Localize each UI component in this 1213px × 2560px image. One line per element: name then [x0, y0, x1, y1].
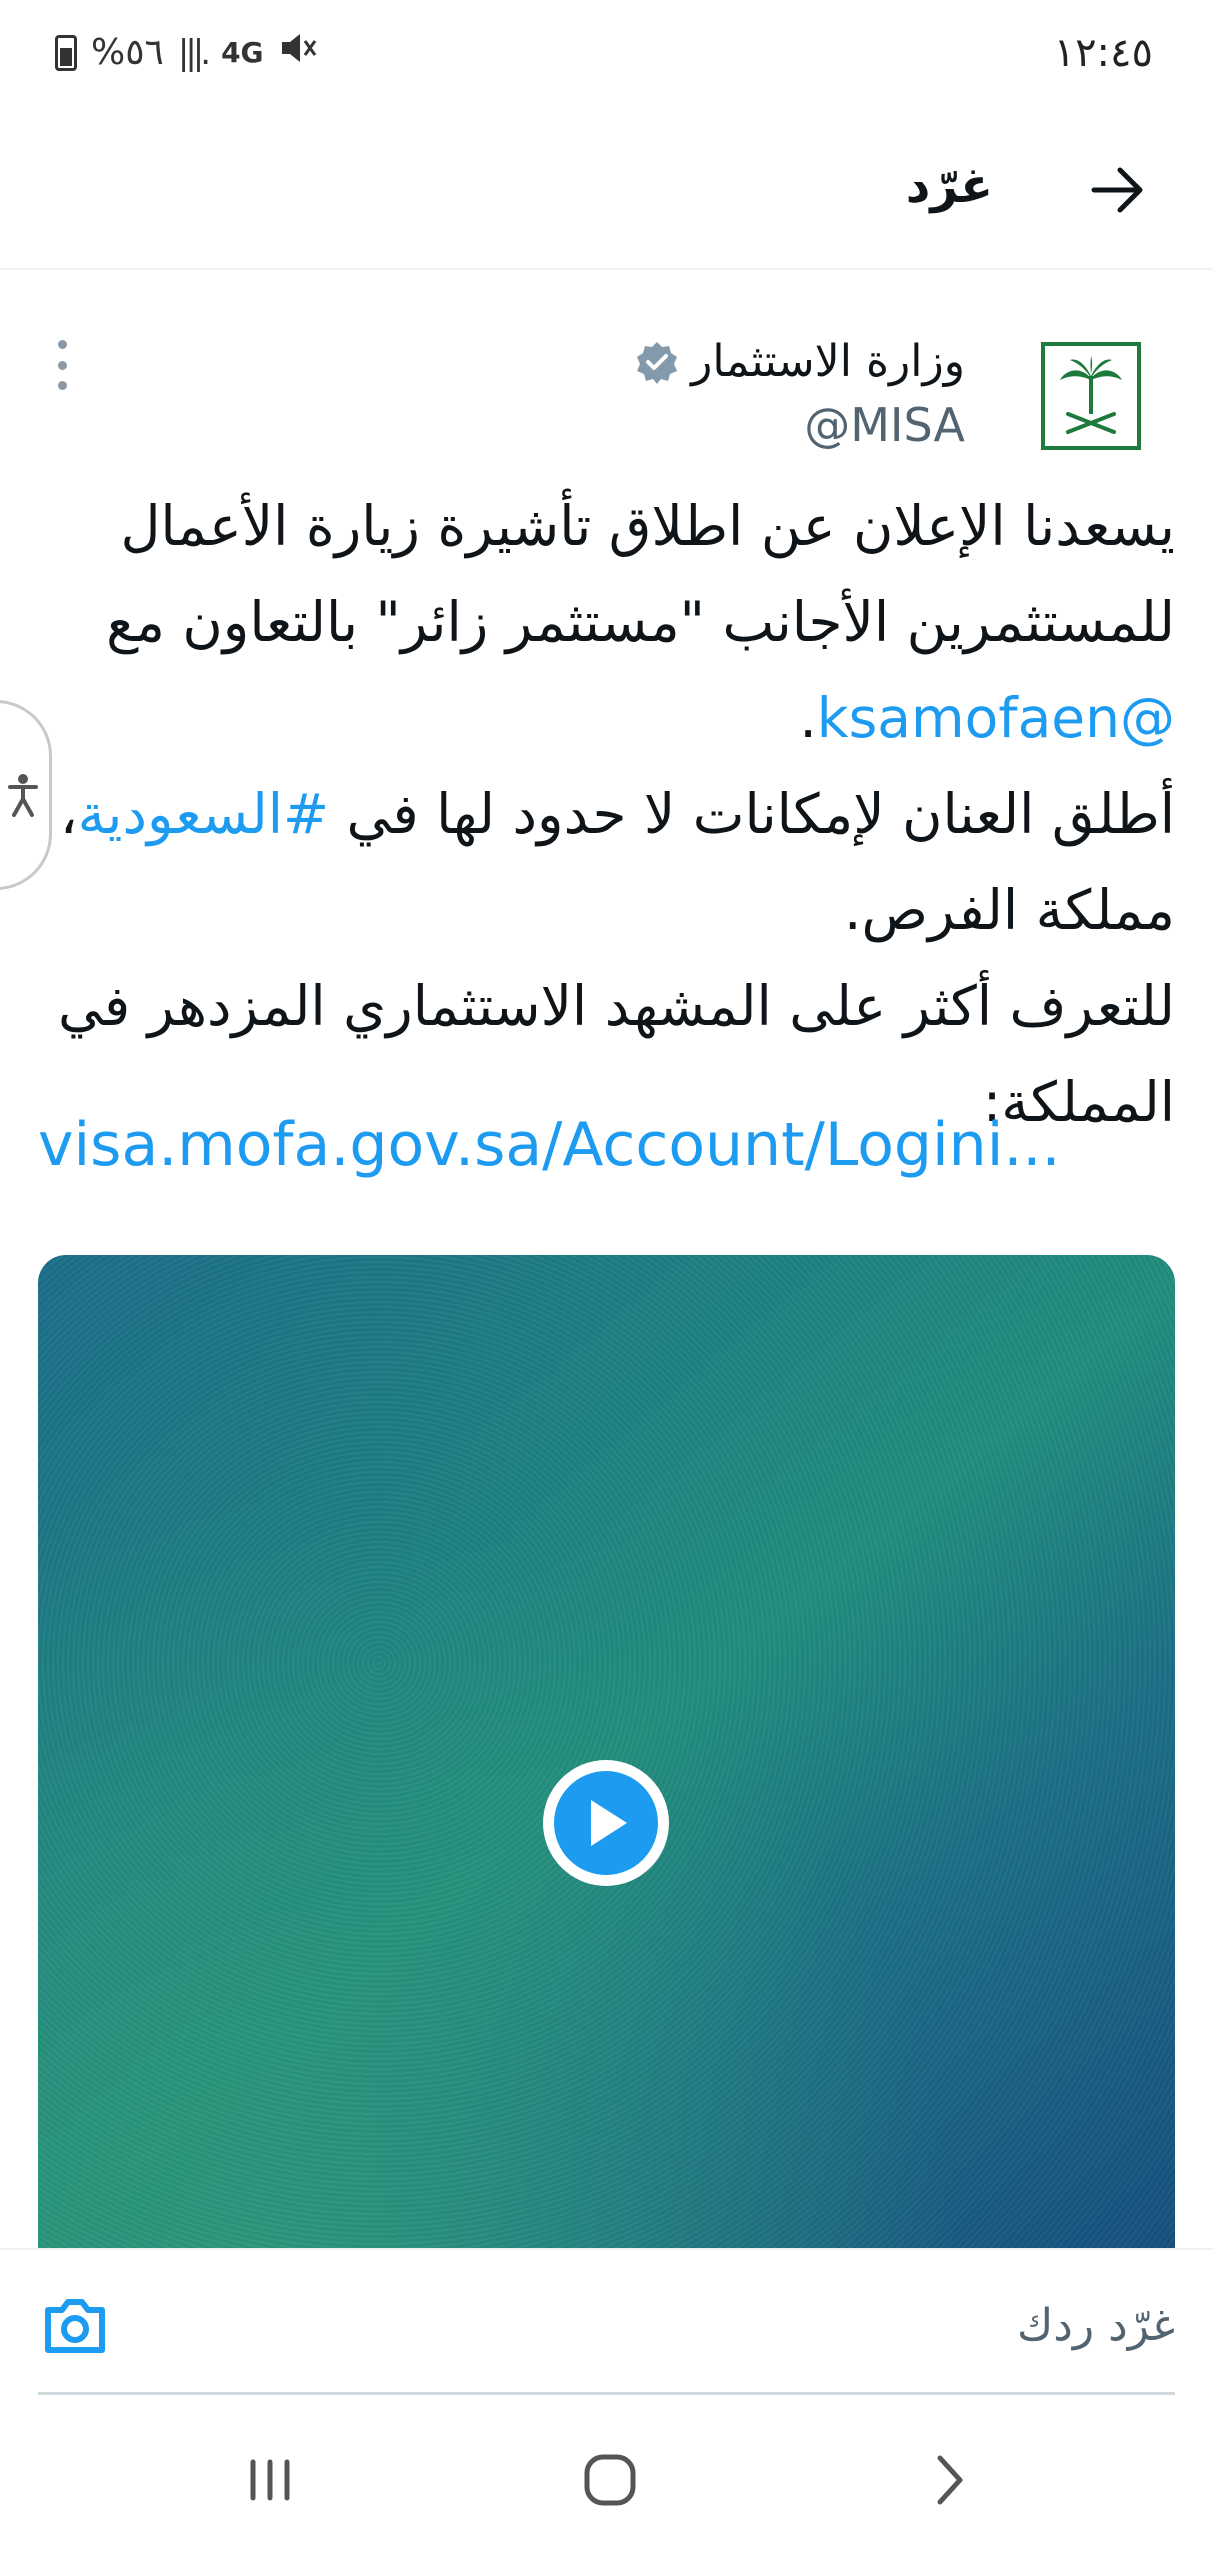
- play-icon: [591, 1800, 627, 1846]
- camera-icon[interactable]: [42, 2294, 108, 2356]
- accessibility-icon: [7, 774, 38, 817]
- tweet-text: يسعدنا الإعلان عن اطلاق تأشيرة زيارة الأ…: [38, 478, 1175, 1150]
- author-name: وزارة الاستثمار: [691, 336, 965, 387]
- mention-punct: .: [799, 686, 817, 750]
- tweet-line-1: يسعدنا الإعلان عن اطلاق تأشيرة زيارة الأ…: [106, 494, 1175, 654]
- home-icon[interactable]: [570, 2440, 650, 2520]
- mute-icon: [278, 30, 318, 75]
- mention-link[interactable]: @ksamofaen: [817, 686, 1175, 750]
- status-time: ١٢:٤٥: [1053, 30, 1153, 76]
- recent-apps-icon[interactable]: [230, 2440, 310, 2520]
- tweet-author: وزارة الاستثمار @MISA: [0, 330, 1213, 460]
- system-nav-bar: [0, 2400, 1213, 2560]
- battery-icon: [55, 34, 77, 71]
- back-nav-icon[interactable]: [910, 2440, 990, 2520]
- reply-divider: [38, 2392, 1175, 2395]
- verified-badge-icon: [637, 341, 678, 384]
- battery-level: %٥٦: [91, 32, 164, 73]
- status-bar: %٥٦ |||. 4G ١٢:٤٥: [0, 0, 1213, 110]
- header: غرّد: [0, 110, 1213, 270]
- author-name-row[interactable]: وزارة الاستثمار: [635, 336, 965, 387]
- tweet-line-2-start: أطلق العنان لإمكانات لا حدود لها في: [329, 782, 1175, 846]
- reply-bar: غرّد ردك: [0, 2248, 1213, 2398]
- palm-emblem-icon: [1060, 356, 1122, 434]
- more-options-icon[interactable]: [52, 340, 72, 390]
- url-link[interactable]: visa.mofa.gov.sa/Account/Logini...: [38, 1110, 1061, 1180]
- author-handle[interactable]: @MISA: [804, 398, 965, 452]
- status-icons: %٥٦ |||. 4G: [55, 30, 318, 75]
- signal-icon: |||.: [177, 32, 211, 73]
- network-type: 4G: [221, 36, 264, 69]
- avatar[interactable]: [1041, 342, 1141, 450]
- play-button[interactable]: [543, 1760, 669, 1886]
- arrow-right-icon[interactable]: [1078, 150, 1158, 230]
- tweet-video[interactable]: [38, 1255, 1175, 2275]
- hashtag-link[interactable]: #السعودية: [78, 782, 329, 846]
- accessibility-tab[interactable]: [0, 700, 52, 890]
- reply-input[interactable]: غرّد ردك: [1017, 2300, 1175, 2351]
- page-title: غرّد: [905, 158, 993, 214]
